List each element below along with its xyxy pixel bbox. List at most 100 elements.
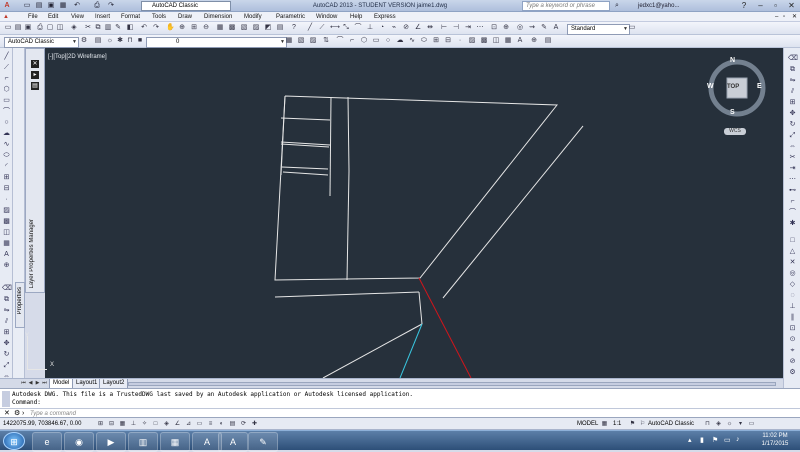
bylayer-icon[interactable]: ▤ [544, 37, 552, 45]
table-icon[interactable]: ▦ [2, 239, 11, 248]
ellipse-icon[interactable]: ⬭ [420, 37, 428, 45]
menu-edit[interactable]: Edit [48, 12, 58, 22]
layer-properties-palette[interactable]: ✕ ▸ ▤ Layer Properties Manager [25, 48, 45, 293]
plot-icon[interactable]: ⎙ [92, 1, 102, 11]
freeze-icon[interactable]: ✱ [116, 37, 124, 45]
maximize-button[interactable]: ▫ [768, 0, 783, 11]
open-icon[interactable]: ▤ [34, 1, 44, 11]
mtext-icon[interactable]: A [2, 250, 11, 259]
redo-icon[interactable]: ↷ [152, 24, 160, 32]
autocad-doc-taskbar-icon[interactable]: A [218, 432, 248, 452]
trim-icon[interactable]: ✂ [788, 153, 797, 162]
polygon-icon[interactable]: ⬡ [2, 85, 11, 94]
status-menu-icon[interactable]: ▾ [736, 420, 745, 428]
dynamic-input-icon[interactable]: ▭ [195, 420, 204, 428]
clock[interactable]: 11:02 PM 1/17/2015 [755, 432, 795, 448]
osnap-tangent-icon[interactable]: ◌ [788, 291, 797, 300]
search-icon[interactable]: ⌕ [612, 1, 622, 11]
design-center-icon[interactable]: ▩ [228, 24, 236, 32]
grid-display-icon[interactable]: ▦ [118, 420, 127, 428]
copy-icon[interactable]: ⧉ [788, 65, 797, 74]
layer-dropdown[interactable]: 0 ▼ [146, 37, 287, 48]
dim-edit-icon[interactable]: ✎ [540, 24, 548, 32]
quick-dim-icon[interactable]: ⇹ [426, 24, 434, 32]
menu-express[interactable]: Express [374, 12, 396, 22]
scale-icon[interactable]: ⤢ [2, 361, 11, 370]
quick-view-icon[interactable]: ▦ [600, 420, 609, 428]
hatch-icon[interactable]: ▨ [2, 206, 11, 215]
osnap-perpendicular-icon[interactable]: ⊥ [788, 302, 797, 311]
menu-parametric[interactable]: Parametric [276, 12, 305, 22]
join-icon[interactable]: ⊷ [788, 186, 797, 195]
doc-close-icon[interactable]: ✕ [792, 12, 797, 22]
break-icon[interactable]: ⋯ [788, 175, 797, 184]
block-editor-icon[interactable]: ◧ [126, 24, 134, 32]
selection-cycling-icon[interactable]: ⟳ [239, 420, 248, 428]
ortho-mode-icon[interactable]: ⊥ [129, 420, 138, 428]
coordinate-readout[interactable]: 1422075.99, 703846.67, 0.00 [3, 418, 81, 430]
layer-state-icon[interactable]: ▨ [309, 37, 317, 45]
revcloud-icon[interactable]: ☁ [396, 37, 404, 45]
array-icon[interactable]: ⊞ [788, 98, 797, 107]
polyline-icon[interactable]: ⌐ [2, 74, 11, 83]
polygon-icon[interactable]: ⬡ [360, 37, 368, 45]
chamfer-icon[interactable]: ⌐ [788, 197, 797, 206]
menu-format[interactable]: Format [121, 12, 140, 22]
move-icon[interactable]: ✥ [788, 109, 797, 118]
object-snap-icon[interactable]: □ [151, 420, 160, 428]
3d-dwf-icon[interactable]: ◈ [70, 24, 78, 32]
baseline-icon[interactable]: ⊢ [440, 24, 448, 32]
jogged-linear-icon[interactable]: ⇝ [528, 24, 536, 32]
color-swatch-icon[interactable]: ■ [136, 37, 144, 45]
rotate-icon[interactable]: ↻ [788, 120, 797, 129]
clean-screen-icon[interactable]: ▭ [747, 420, 756, 428]
offset-icon[interactable]: ⫽ [2, 317, 11, 326]
menu-insert[interactable]: Insert [95, 12, 110, 22]
dim-aligned-icon[interactable]: ⤡ [342, 24, 350, 32]
chrome-taskbar-icon[interactable]: ◉ [64, 432, 94, 452]
mirror-icon[interactable]: ⇋ [2, 306, 11, 315]
command-grip[interactable] [2, 391, 10, 407]
dim-style-icon[interactable]: ▭ [628, 24, 636, 32]
undo-icon[interactable]: ↶ [140, 24, 148, 32]
gradient-icon[interactable]: ▩ [2, 217, 11, 226]
dim-linear-icon[interactable]: ⟷ [330, 24, 340, 32]
polar-tracking-icon[interactable]: ✧ [140, 420, 149, 428]
layer-previous-icon[interactable]: ▧ [297, 37, 305, 45]
arc-icon[interactable]: ⌒ [336, 37, 344, 45]
circle-icon[interactable]: ○ [384, 37, 392, 45]
layer-properties-icon[interactable]: ▤ [94, 37, 102, 45]
region-icon[interactable]: ◫ [492, 37, 500, 45]
redo-icon[interactable]: ↷ [106, 1, 116, 11]
extend-icon[interactable]: ⇥ [788, 164, 797, 173]
erase-icon[interactable]: ⌫ [788, 54, 798, 63]
save-as-icon[interactable]: ▦ [58, 1, 68, 11]
osnap-parallel-icon[interactable]: ∥ [788, 313, 797, 322]
annotation-visibility-icon[interactable]: ⚑ [628, 420, 637, 428]
hardware-accel-icon[interactable]: ◈ [714, 420, 723, 428]
model-space-toggle[interactable]: MODEL [577, 418, 598, 430]
point-icon[interactable]: · [2, 195, 11, 204]
last-tab-arrow-icon[interactable]: ⏭ [41, 380, 48, 387]
gradient-icon[interactable]: ▩ [480, 37, 488, 45]
dim-arc-icon[interactable]: ⌒ [354, 24, 362, 32]
workspace-switch[interactable]: AutoCAD Classic [648, 418, 694, 430]
erase-icon[interactable]: ⌫ [2, 284, 12, 293]
markup-icon[interactable]: ◩ [264, 24, 272, 32]
menu-dimension[interactable]: Dimension [204, 12, 232, 22]
menu-modify[interactable]: Modify [244, 12, 262, 22]
command-line[interactable]: ✕ ⚙ › Type a command [0, 408, 800, 418]
undo-icon[interactable]: ↶ [72, 1, 82, 11]
search-input[interactable]: Type a keyword or phrase [522, 1, 610, 11]
workspace-combo[interactable]: AutoCAD Classic ▼ [4, 37, 79, 48]
add-selected-icon[interactable]: ⊕ [530, 37, 538, 45]
xline-icon[interactable]: ⟋ [318, 24, 326, 32]
arc-icon[interactable]: ⌒ [2, 107, 11, 116]
open-icon[interactable]: ▤ [14, 24, 22, 32]
zoom-previous-icon[interactable]: ⊖ [202, 24, 210, 32]
new-icon[interactable]: ▭ [22, 1, 32, 11]
center-mark-icon[interactable]: ⊕ [502, 24, 510, 32]
osnap-endpoint-icon[interactable]: □ [788, 236, 797, 245]
compass-west[interactable]: W [707, 83, 714, 90]
horizontal-scrollbar[interactable] [128, 382, 776, 386]
